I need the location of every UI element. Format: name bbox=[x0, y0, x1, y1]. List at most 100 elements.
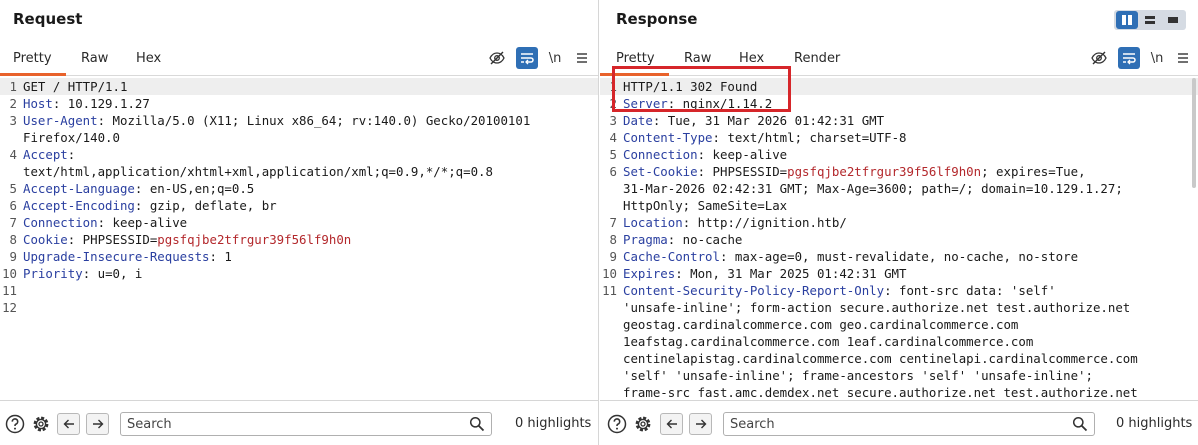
menu-icon[interactable] bbox=[571, 47, 593, 69]
search-prev-button[interactable] bbox=[660, 413, 683, 435]
settings-gear-icon[interactable] bbox=[632, 413, 654, 435]
request-toolbar: \n bbox=[486, 47, 596, 69]
header-name: User-Agent bbox=[23, 113, 98, 128]
search-next-button[interactable] bbox=[86, 413, 109, 435]
code-text: Pragma: no-cache bbox=[620, 231, 742, 248]
line-number: 9 bbox=[609, 249, 617, 264]
code-text: frame-src fast.amc.demdex.net secure.aut… bbox=[620, 384, 1138, 400]
request-tab-raw[interactable]: Raw bbox=[81, 51, 108, 66]
code-line: 9 Upgrade-Insecure-Requests: 1 bbox=[0, 248, 598, 265]
code-segment: : keep-alive bbox=[97, 215, 188, 230]
help-icon[interactable] bbox=[4, 413, 26, 435]
code-line: 6 Set-Cookie: PHPSESSID=pgsfqjbe2tfrgur39… bbox=[600, 163, 1198, 180]
header-name: Pragma bbox=[623, 232, 668, 247]
code-segment: : gzip, deflate, br bbox=[134, 198, 277, 213]
code-segment: text/html,application/xhtml+xml,applicat… bbox=[23, 164, 493, 179]
code-text: Connection: keep-alive bbox=[20, 214, 187, 231]
request-search-box[interactable] bbox=[120, 412, 492, 436]
line-number: 10 bbox=[2, 266, 17, 281]
code-line: 7 Location: http://ignition.htb/ bbox=[600, 214, 1198, 231]
code-line: 10 Expires: Mon, 31 Mar 2025 01:42:31 GMT bbox=[600, 265, 1198, 282]
request-tab-pretty[interactable]: Pretty bbox=[13, 51, 52, 66]
line-number bbox=[600, 333, 620, 350]
code-line: 1eafstag.cardinalcommerce.com 1eaf.cardi… bbox=[600, 333, 1198, 350]
code-line: 1 GET / HTTP/1.1 bbox=[0, 78, 598, 95]
response-editor[interactable]: 1 HTTP/1.1 302 Found 2 Server: nginx/1.14.2… bbox=[600, 78, 1198, 400]
code-line: 5 Accept-Language: en-US,en;q=0.5 bbox=[0, 180, 598, 197]
settings-gear-icon[interactable] bbox=[30, 413, 52, 435]
code-line: geostag.cardinalcommerce.com geo.cardina… bbox=[600, 316, 1198, 333]
code-text: GET / HTTP/1.1 bbox=[20, 78, 127, 95]
search-next-button[interactable] bbox=[689, 413, 712, 435]
response-tab-raw[interactable]: Raw bbox=[684, 51, 711, 66]
split-horizontal-layout-icon[interactable] bbox=[1139, 11, 1161, 29]
code-line: 31-Mar-2026 02:42:31 GMT; Max-Age=3600; … bbox=[600, 180, 1198, 197]
code-segment: : max-age=0, must-revalidate, no-cache, … bbox=[719, 249, 1079, 264]
code-segment: 'unsafe-inline'; form-action secure.auth… bbox=[623, 300, 1131, 315]
newline-icon[interactable]: \n bbox=[1146, 47, 1168, 69]
code-text: 'self' 'unsafe-inline'; frame-ancestors … bbox=[620, 367, 1093, 384]
code-text: Content-Security-Policy-Report-Only: fon… bbox=[620, 282, 1056, 299]
eye-slash-icon[interactable] bbox=[1088, 47, 1110, 69]
code-text: Firefox/140.0 bbox=[20, 129, 120, 146]
code-segment: 31-Mar-2026 02:42:31 GMT; Max-Age=3600; … bbox=[623, 181, 1123, 196]
line-number: 7 bbox=[9, 215, 17, 230]
search-prev-button[interactable] bbox=[57, 413, 80, 435]
code-line: 6 Accept-Encoding: gzip, deflate, br bbox=[0, 197, 598, 214]
code-line: 4 Accept: bbox=[0, 146, 598, 163]
split-vertical-layout-icon[interactable] bbox=[1116, 11, 1138, 29]
line-number bbox=[0, 129, 20, 146]
header-name: Expires bbox=[623, 266, 676, 281]
single-pane-layout-icon[interactable] bbox=[1162, 11, 1184, 29]
code-line: 8 Pragma: no-cache bbox=[600, 231, 1198, 248]
response-tab-hex[interactable]: Hex bbox=[739, 51, 764, 66]
line-number: 5 bbox=[609, 147, 617, 162]
code-line: 3 User-Agent: Mozilla/5.0 (X11; Linux x86… bbox=[0, 112, 598, 129]
header-name: Upgrade-Insecure-Requests bbox=[23, 249, 210, 264]
response-search-box[interactable] bbox=[723, 412, 1095, 436]
header-name: Content-Type bbox=[623, 130, 713, 145]
header-name: Connection bbox=[23, 215, 98, 230]
wrap-icon[interactable] bbox=[1118, 47, 1140, 69]
line-number: 1 bbox=[9, 79, 17, 94]
header-name: Host bbox=[23, 96, 53, 111]
code-segment: 'self' 'unsafe-inline'; frame-ancestors … bbox=[623, 368, 1093, 383]
code-segment: : u=0, i bbox=[82, 266, 143, 281]
code-segment: : Mon, 31 Mar 2025 01:42:31 GMT bbox=[675, 266, 907, 281]
response-search-input[interactable] bbox=[730, 415, 1060, 433]
header-name: Location bbox=[623, 215, 683, 230]
code-text: geostag.cardinalcommerce.com geo.cardina… bbox=[620, 316, 1018, 333]
code-text: Host: 10.129.1.27 bbox=[20, 95, 150, 112]
code-text: Set-Cookie: PHPSESSID=pgsfqjbe2tfrgur39f… bbox=[620, 163, 1086, 180]
response-toolbar: \n bbox=[1088, 47, 1198, 69]
request-tab-hex[interactable]: Hex bbox=[136, 51, 161, 66]
code-line: text/html,application/xhtml+xml,applicat… bbox=[0, 163, 598, 180]
code-segment: : 10.129.1.27 bbox=[52, 96, 150, 111]
line-number: 3 bbox=[609, 113, 617, 128]
request-search-input[interactable] bbox=[127, 415, 457, 433]
code-line: 4 Content-Type: text/html; charset=UTF-8 bbox=[600, 129, 1198, 146]
line-number: 11 bbox=[2, 283, 17, 298]
code-text: User-Agent: Mozilla/5.0 (X11; Linux x86_… bbox=[20, 112, 530, 129]
request-highlights-count: 0 highlights bbox=[515, 416, 592, 431]
menu-icon[interactable] bbox=[1172, 47, 1194, 69]
response-scrollbar[interactable] bbox=[1192, 78, 1196, 188]
line-number bbox=[600, 316, 620, 333]
code-line: 8 Cookie: PHPSESSID=pgsfqjbe2tfrgur39f56l… bbox=[0, 231, 598, 248]
code-line: 2 Host: 10.129.1.27 bbox=[0, 95, 598, 112]
newline-icon[interactable]: \n bbox=[544, 47, 566, 69]
line-number: 6 bbox=[9, 198, 17, 213]
response-tab-pretty[interactable]: Pretty bbox=[616, 51, 655, 66]
code-line: 12 bbox=[0, 299, 598, 316]
help-icon[interactable] bbox=[606, 413, 628, 435]
eye-slash-icon[interactable] bbox=[486, 47, 508, 69]
code-text: text/html,application/xhtml+xml,applicat… bbox=[20, 163, 493, 180]
code-line: 9 Cache-Control: max-age=0, must-revalida… bbox=[600, 248, 1198, 265]
wrap-icon[interactable] bbox=[516, 47, 538, 69]
request-editor[interactable]: 1 GET / HTTP/1.1 2 Host: 10.129.1.27 3 User-A… bbox=[0, 78, 598, 400]
line-number bbox=[600, 180, 620, 197]
code-text: Expires: Mon, 31 Mar 2025 01:42:31 GMT bbox=[620, 265, 906, 282]
response-tab-render[interactable]: Render bbox=[794, 51, 840, 66]
